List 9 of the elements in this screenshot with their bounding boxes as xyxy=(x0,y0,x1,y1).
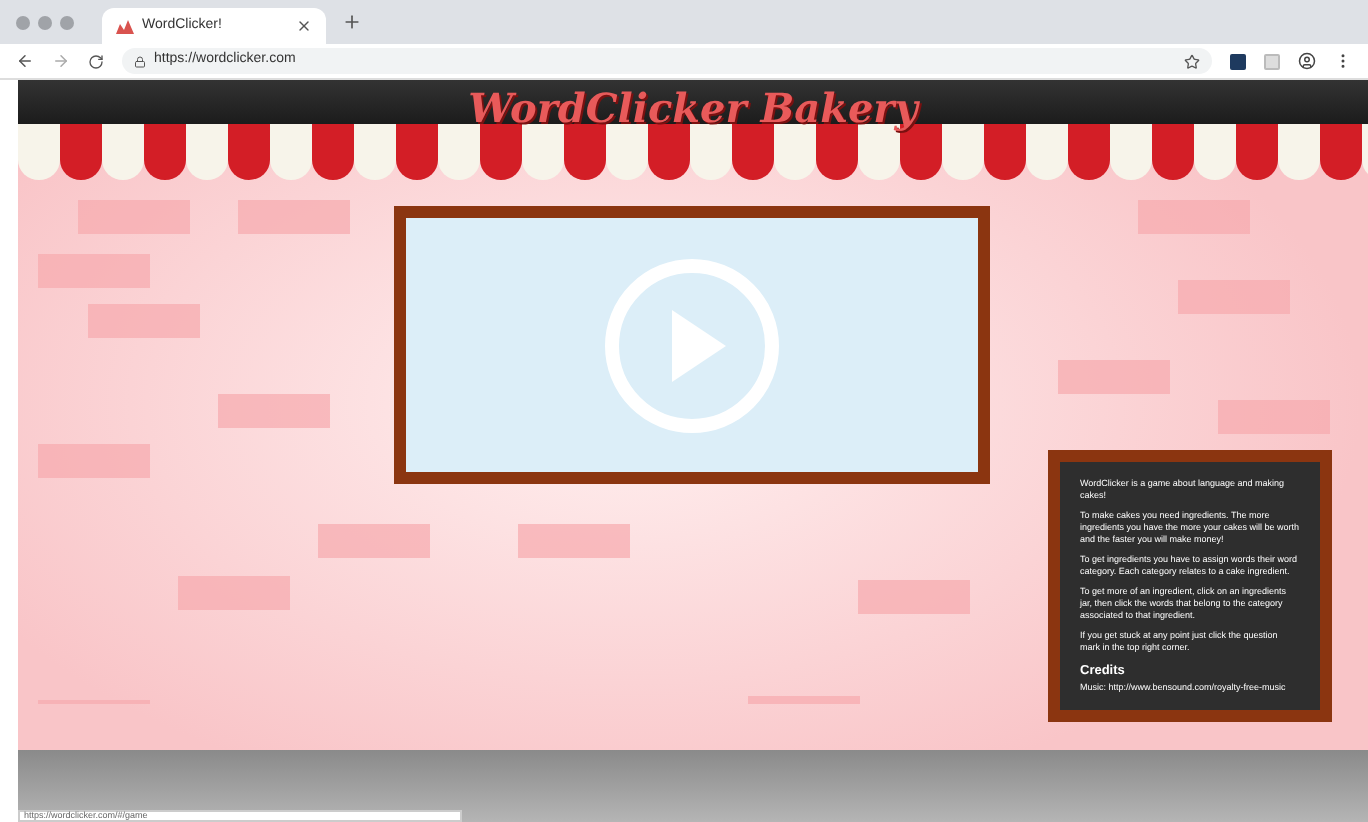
video-frame[interactable] xyxy=(394,206,990,484)
profile-icon[interactable] xyxy=(1298,52,1316,70)
back-icon[interactable] xyxy=(16,52,34,70)
close-tab-icon[interactable] xyxy=(296,18,312,34)
new-tab-icon[interactable] xyxy=(342,12,362,32)
bookmark-star-icon[interactable] xyxy=(1184,53,1200,69)
extension-icon[interactable] xyxy=(1230,53,1246,69)
lock-icon xyxy=(134,55,146,67)
reload-icon[interactable] xyxy=(88,53,104,69)
